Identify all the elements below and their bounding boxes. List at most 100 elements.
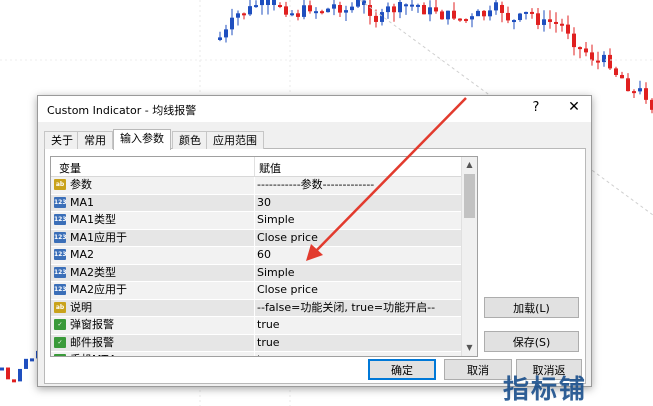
custom-indicator-dialog: Custom Indicator - 均线报警 ? ✕ 关于 常用 输入参数 颜… xyxy=(37,95,592,387)
table-row[interactable]: ab 说明 --false=功能关闭, true=功能开启-- xyxy=(51,299,461,317)
variable-name: MA2 xyxy=(70,248,95,261)
cell-divider xyxy=(254,299,255,316)
candle-body xyxy=(596,60,600,63)
help-icon[interactable]: ? xyxy=(528,100,544,116)
candle-body xyxy=(494,2,498,11)
candle-body xyxy=(266,0,270,5)
variable-name: 邮件报警 xyxy=(70,335,114,349)
vertical-scrollbar[interactable]: ▲ ▼ xyxy=(461,157,477,356)
tab-scope[interactable]: 应用范围 xyxy=(206,131,264,149)
table-row[interactable]: 123 MA1类型 Simple xyxy=(51,212,461,230)
scroll-up-icon[interactable]: ▲ xyxy=(462,158,477,172)
column-header-variable[interactable]: 变量 xyxy=(59,160,81,176)
tab-inputs[interactable]: 输入参数 xyxy=(113,129,171,150)
save-button[interactable]: 保存(S) xyxy=(484,331,579,352)
variable-value[interactable]: true xyxy=(257,352,280,356)
tab-colors[interactable]: 颜色 xyxy=(172,131,208,149)
scrollbar-thumb[interactable] xyxy=(464,174,475,218)
candle-body xyxy=(380,12,384,22)
candle-body xyxy=(326,8,330,13)
variable-name: MA2类型 xyxy=(70,265,117,279)
grid-header: 变量 赋值 xyxy=(51,157,461,177)
table-row[interactable]: 123 MA2应用于 Close price xyxy=(51,282,461,300)
cell-divider xyxy=(254,334,255,351)
close-icon[interactable]: ✕ xyxy=(565,99,583,117)
variable-value[interactable]: Close price xyxy=(257,282,318,299)
variable-value[interactable]: 30 xyxy=(257,195,271,212)
tab-common[interactable]: 常用 xyxy=(77,131,113,149)
boolean-icon: ✓ xyxy=(54,354,66,356)
dialog-title: Custom Indicator - 均线报警 xyxy=(47,104,197,117)
candle-body xyxy=(488,10,492,17)
tab-about[interactable]: 关于 xyxy=(44,131,80,149)
candle-body xyxy=(482,10,486,17)
candle-body xyxy=(428,7,432,15)
number-icon: 123 xyxy=(54,266,67,278)
candle-body xyxy=(524,11,528,14)
table-row[interactable]: 123 MA1应用于 Close price xyxy=(51,229,461,247)
candle-body xyxy=(248,6,252,15)
variable-name: MA1 xyxy=(70,195,95,209)
table-row[interactable]: 123 MA2 60 xyxy=(51,247,461,265)
table-row[interactable]: ✓ 弹窗报警 true xyxy=(51,317,461,335)
candle-body xyxy=(632,91,636,94)
inputs-grid[interactable]: 变量 赋值 ab 参数 -----------参数------------- 123 M… xyxy=(50,156,478,357)
candle-body xyxy=(284,6,288,15)
table-row[interactable]: ✓ 邮件报警 true xyxy=(51,334,461,352)
cell-divider xyxy=(254,264,255,281)
load-button[interactable]: 加载(L) xyxy=(484,297,579,318)
ok-button[interactable]: 确定 xyxy=(368,359,436,380)
candle-body xyxy=(458,18,462,21)
candle-body xyxy=(308,5,312,12)
candle-body xyxy=(290,13,294,16)
candle-body xyxy=(446,10,450,20)
variable-value[interactable]: 60 xyxy=(257,247,271,264)
column-header-value[interactable]: 赋值 xyxy=(259,160,281,176)
variable-value[interactable]: true xyxy=(257,317,280,334)
cell-divider xyxy=(254,229,255,246)
candle-body xyxy=(338,5,342,13)
column-divider[interactable] xyxy=(254,157,255,176)
candle-body xyxy=(30,358,34,362)
candle-body xyxy=(518,13,522,21)
table-row[interactable]: ✓ 手机MT4 true xyxy=(51,352,461,356)
candle-body xyxy=(386,6,390,13)
candle-body xyxy=(6,367,10,380)
cell-divider xyxy=(254,177,255,194)
variable-name: 手机MT4 xyxy=(70,352,115,356)
candle-body xyxy=(554,21,558,24)
candle-body xyxy=(332,4,336,9)
variable-value[interactable]: -----------参数------------- xyxy=(257,177,374,194)
cancel-button[interactable]: 取消 xyxy=(444,359,512,380)
watermark-logo: 指标铺 xyxy=(503,375,588,405)
candle-body xyxy=(464,19,468,22)
candle-body xyxy=(506,12,510,21)
table-row[interactable]: 123 MA1 30 xyxy=(51,194,461,212)
table-row[interactable]: ab 参数 -----------参数------------- xyxy=(51,177,461,195)
candle-body xyxy=(12,379,16,383)
variable-name: MA1应用于 xyxy=(70,230,128,244)
number-icon: 123 xyxy=(54,214,67,225)
grid-rows: ab 参数 -----------参数------------- 123 MA1 30 12… xyxy=(51,177,461,356)
group-icon: ab xyxy=(54,301,66,313)
candle-body xyxy=(218,37,222,40)
number-icon: 123 xyxy=(54,284,67,295)
scroll-down-icon[interactable]: ▼ xyxy=(462,341,477,355)
candle-body xyxy=(296,13,300,17)
candle-body xyxy=(566,24,570,34)
candle-body xyxy=(452,10,456,19)
variable-value[interactable]: true xyxy=(257,335,280,352)
candle-body xyxy=(548,19,552,22)
table-row[interactable]: 123 MA2类型 Simple xyxy=(51,264,461,282)
dialog-titlebar[interactable]: Custom Indicator - 均线报警 ? ✕ xyxy=(38,96,591,122)
candle-body xyxy=(500,5,504,13)
variable-value[interactable]: Simple xyxy=(257,212,295,229)
cell-divider xyxy=(254,282,255,299)
candle-body xyxy=(572,33,576,48)
variable-value[interactable]: Simple xyxy=(257,265,295,282)
variable-value[interactable]: --false=功能关闭, true=功能开启-- xyxy=(257,300,435,317)
candle-body xyxy=(416,4,420,7)
candle-body xyxy=(368,5,372,16)
candle-body xyxy=(320,11,324,14)
variable-value[interactable]: Close price xyxy=(257,230,318,247)
